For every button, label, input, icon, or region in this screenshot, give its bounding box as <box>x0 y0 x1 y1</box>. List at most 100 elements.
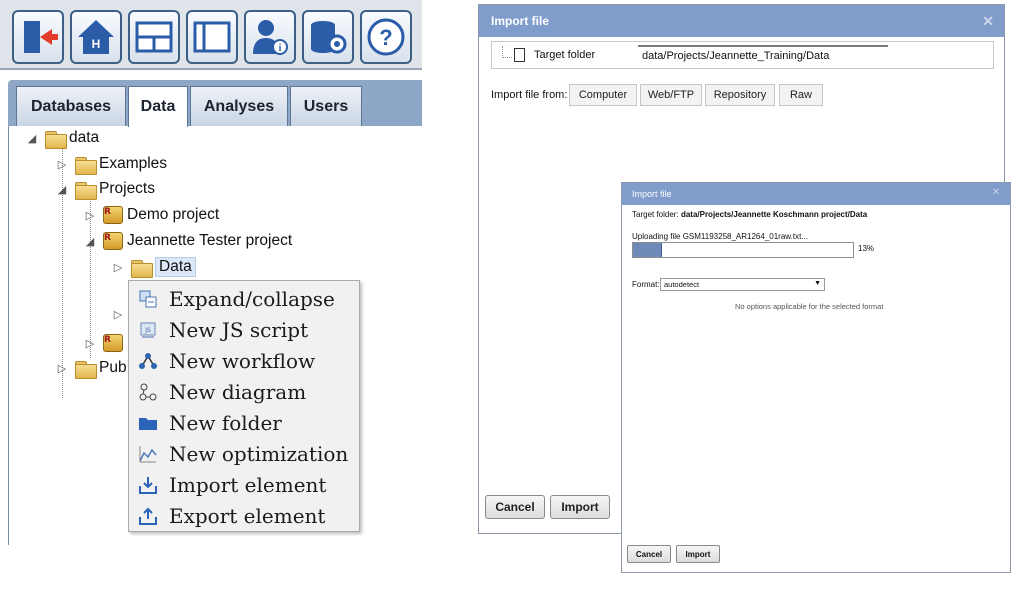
menu-item-import-element[interactable]: Import element <box>129 469 359 500</box>
left-panel: H i ? Databases Data Analyses Users ◢ da… <box>0 0 422 545</box>
help-icon: ? <box>367 18 405 56</box>
toolbar: H i ? <box>0 0 422 70</box>
menu-item-label: New JS script <box>169 317 309 342</box>
tree-connector <box>502 46 512 58</box>
project-database-icon: R <box>103 206 123 224</box>
menu-item-new-optimization[interactable]: New optimization <box>129 438 359 469</box>
target-folder-field[interactable]: data/Projects/Jeannette_Training/Data <box>638 45 888 67</box>
close-icon[interactable]: ✕ <box>992 187 1000 198</box>
tree-node-public[interactable]: ▷ Pub <box>55 359 127 379</box>
folder-icon <box>45 129 67 149</box>
tree-node-hidden-project[interactable]: ▷ R <box>83 334 127 352</box>
source-repository-button[interactable]: Repository <box>705 84 775 106</box>
optimization-icon <box>137 443 159 465</box>
target-folder-label: Target folder <box>534 49 596 61</box>
export-icon <box>137 505 159 527</box>
tree-node-label: Projects <box>99 180 155 197</box>
cancel-button[interactable]: Cancel <box>485 495 545 519</box>
exit-button[interactable] <box>12 10 64 64</box>
menu-item-label: New workflow <box>169 348 316 373</box>
menu-item-label: New diagram <box>169 379 307 404</box>
import-button[interactable]: Import <box>676 545 720 563</box>
menu-item-label: Expand/collapse <box>169 286 335 311</box>
menu-item-new-workflow[interactable]: New workflow <box>129 345 359 376</box>
svg-text:i: i <box>279 43 282 54</box>
database-settings-icon <box>311 21 347 54</box>
layout-button[interactable] <box>128 10 180 64</box>
tree-node-projects[interactable]: ◢ Projects <box>55 180 155 200</box>
menu-item-new-js-script[interactable]: JS New JS script <box>129 314 359 345</box>
format-value: autodetect <box>664 280 700 289</box>
progress-fill <box>633 243 662 257</box>
folder-icon <box>137 412 159 434</box>
expand-arrow-icon[interactable]: ▷ <box>83 337 97 350</box>
user-info-icon: i <box>253 20 288 55</box>
cancel-button[interactable]: Cancel <box>627 545 671 563</box>
tree-node-demo-project[interactable]: ▷ R Demo project <box>83 206 219 224</box>
expand-arrow-icon[interactable]: ▷ <box>111 308 125 321</box>
project-database-icon: R <box>103 232 123 250</box>
home-button[interactable]: H <box>70 10 122 64</box>
dialog-title: Import file <box>632 189 672 199</box>
folder-icon <box>75 180 97 200</box>
import-from-label: Import file from: <box>491 89 568 101</box>
import-button[interactable]: Import <box>550 495 610 519</box>
menu-item-export-element[interactable]: Export element <box>129 500 359 531</box>
menu-item-new-folder[interactable]: New folder <box>129 407 359 438</box>
source-computer-button[interactable]: Computer <box>569 84 637 106</box>
menu-item-expand-collapse[interactable]: Expand/collapse <box>129 283 359 314</box>
tree-node-examples[interactable]: ▷ Examples <box>55 155 167 175</box>
svg-text:JS: JS <box>144 327 151 334</box>
tree-node-label: Pub <box>99 359 127 376</box>
home-icon: H <box>78 20 114 54</box>
dropdown-arrow-icon: ▼ <box>814 280 821 287</box>
tree-node-label-selected: Data <box>155 257 196 277</box>
tree-node-data[interactable]: ◢ data <box>25 129 100 149</box>
folder-icon <box>75 359 97 379</box>
tree-node-data-folder[interactable]: ▷ Data <box>111 257 196 278</box>
tree-node-label: Demo project <box>127 206 220 223</box>
collapse-arrow-icon[interactable]: ◢ <box>55 183 69 196</box>
progress-percent: 13% <box>858 244 875 253</box>
import-upload-dialog: Import file ✕ Target folder: data/Projec… <box>621 182 1011 573</box>
format-label: Format: <box>632 280 660 289</box>
tab-users[interactable]: Users <box>290 86 362 126</box>
dialog-title: Import file <box>491 14 550 28</box>
tab-databases[interactable]: Databases <box>16 86 126 126</box>
collapse-arrow-icon[interactable]: ◢ <box>83 235 97 248</box>
target-folder-label: Target folder: <box>632 210 679 219</box>
menu-item-label: New optimization <box>169 441 349 466</box>
dialog-title-bar: Import file ✕ <box>479 5 1004 37</box>
target-folder-text: Target folder: data/Projects/Jeannette K… <box>632 210 867 219</box>
menu-item-label: New folder <box>169 410 282 435</box>
expand-arrow-icon[interactable]: ▷ <box>55 158 69 171</box>
user-info-button[interactable]: i <box>244 10 296 64</box>
window-button[interactable] <box>186 10 238 64</box>
collapse-arrow-icon[interactable]: ◢ <box>25 132 39 145</box>
expand-arrow-icon[interactable]: ▷ <box>55 362 69 375</box>
js-script-icon: JS <box>137 319 159 341</box>
close-icon[interactable]: ✕ <box>982 13 994 30</box>
format-select[interactable]: autodetect ▼ <box>660 278 825 291</box>
layout-icon <box>135 21 173 53</box>
no-options-text: No options applicable for the selected f… <box>735 302 884 311</box>
target-folder-row: Target folder data/Projects/Jeannette_Tr… <box>491 41 994 69</box>
folder-icon <box>131 258 153 278</box>
tree-node-label: Jeannette Tester project <box>127 232 293 249</box>
expand-arrow-icon[interactable]: ▷ <box>111 261 125 274</box>
menu-item-new-diagram[interactable]: New diagram <box>129 376 359 407</box>
upload-progress-bar <box>632 242 854 258</box>
source-raw-button[interactable]: Raw <box>779 84 823 106</box>
tab-data[interactable]: Data <box>128 86 188 127</box>
diagram-icon <box>137 381 159 403</box>
project-database-icon: R <box>103 334 123 352</box>
tab-analyses[interactable]: Analyses <box>190 86 288 126</box>
tree-node-label: data <box>69 129 100 146</box>
tree-node-hidden[interactable]: ▷ <box>111 308 125 321</box>
source-webftp-button[interactable]: Web/FTP <box>640 84 702 106</box>
help-button[interactable]: ? <box>360 10 412 64</box>
database-settings-button[interactable] <box>302 10 354 64</box>
tree-node-jeannette-project[interactable]: ◢ R Jeannette Tester project <box>83 232 292 250</box>
expand-arrow-icon[interactable]: ▷ <box>83 209 97 222</box>
exit-icon <box>24 21 58 53</box>
